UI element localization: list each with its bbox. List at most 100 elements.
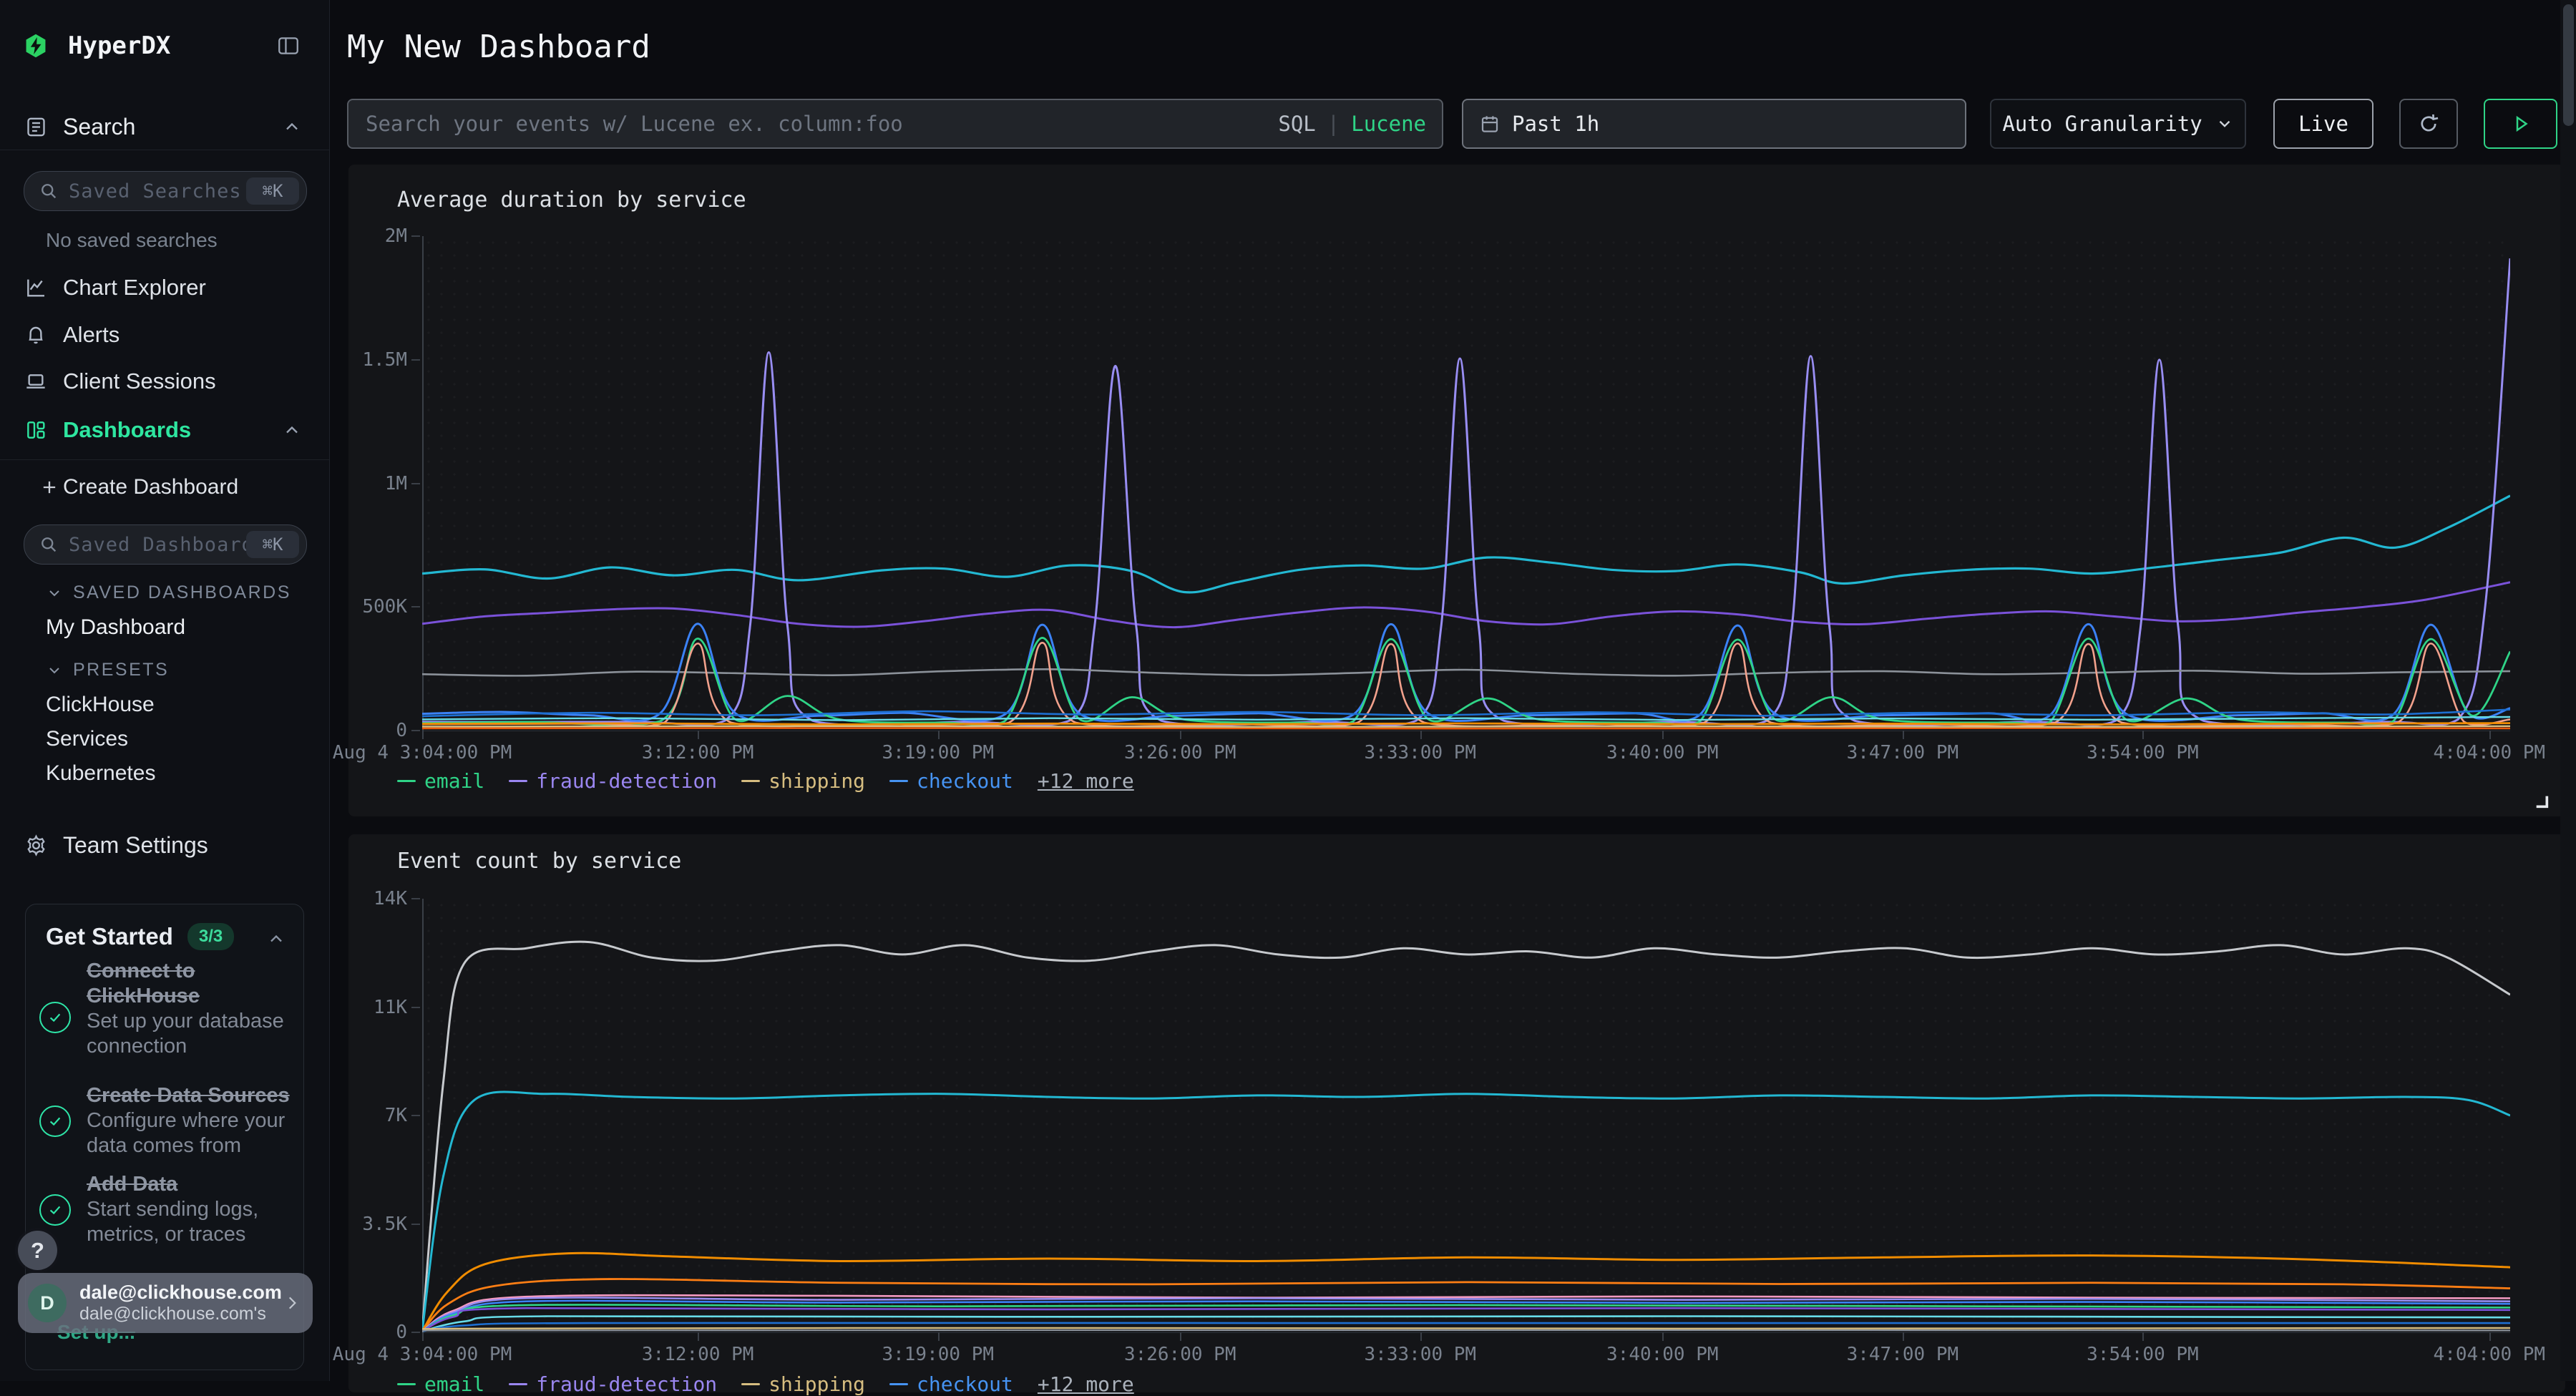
divider bbox=[0, 459, 329, 460]
line-chart[interactable] bbox=[422, 899, 2510, 1332]
sidebar-item-label: Client Sessions bbox=[63, 368, 216, 394]
chart-series-shipping bbox=[422, 726, 2510, 727]
legend-item-shipping[interactable]: shipping bbox=[741, 1372, 865, 1396]
legend-item-email[interactable]: email bbox=[397, 769, 484, 793]
collapse-sidebar-icon[interactable] bbox=[276, 34, 301, 58]
chart-series-fraud-detection bbox=[422, 258, 2510, 725]
chevron-up-icon[interactable] bbox=[266, 929, 286, 949]
chevron-up-icon[interactable] bbox=[282, 420, 302, 440]
dashboards-section-label: Dashboards bbox=[63, 417, 191, 443]
chart-series-other-gray bbox=[422, 669, 2510, 675]
scrollbar-thumb[interactable] bbox=[2563, 4, 2574, 126]
help-button[interactable]: ? bbox=[18, 1231, 57, 1270]
chart-title: Event count by service bbox=[397, 849, 681, 874]
chevron-down-icon bbox=[2215, 114, 2234, 133]
user-email: dale@clickhouse.com bbox=[79, 1282, 282, 1303]
legend-item-shipping[interactable]: shipping bbox=[741, 769, 865, 793]
create-dashboard-label: Create Dashboard bbox=[63, 475, 238, 499]
chart-series-other-orange bbox=[422, 723, 2510, 725]
sidebar-section-dashboards[interactable]: Dashboards bbox=[0, 413, 329, 447]
run-query-button[interactable] bbox=[2484, 99, 2557, 149]
check-circle-icon bbox=[39, 1105, 71, 1137]
sidebar-item-kubernetes[interactable]: Kubernetes bbox=[46, 761, 155, 786]
saved-searches-placeholder: Saved Searches bbox=[69, 180, 242, 202]
get-started-item-desc: Set up your database connection bbox=[87, 1009, 301, 1059]
chevron-up-icon[interactable] bbox=[282, 117, 302, 137]
live-button[interactable]: Live bbox=[2273, 99, 2373, 149]
search-icon bbox=[39, 535, 59, 555]
legend-item-checkout[interactable]: checkout bbox=[889, 769, 1013, 793]
sql-toggle[interactable]: SQL bbox=[1278, 112, 1315, 136]
create-dashboard-button[interactable]: Create Dashboard bbox=[0, 470, 329, 504]
refresh-icon bbox=[2416, 112, 2441, 136]
chart-series-other-gray bbox=[422, 942, 2510, 1331]
check-circle-icon bbox=[39, 1194, 71, 1226]
sidebar: HyperDX Search Saved Searches ⌘K No save… bbox=[0, 0, 330, 1381]
section-header-label: PRESETS bbox=[73, 660, 169, 680]
sidebar-section-search[interactable]: Search bbox=[0, 109, 329, 144]
sidebar-item-team-settings[interactable]: Team Settings bbox=[0, 828, 329, 862]
event-search-input[interactable]: Search your events w/ Lucene ex. column:… bbox=[347, 99, 1443, 149]
sidebar-item-label: Chart Explorer bbox=[63, 275, 206, 301]
saved-dashboards-placeholder: Saved Dashboards bbox=[69, 534, 266, 556]
refresh-button[interactable] bbox=[2399, 99, 2458, 149]
y-tick: 11K bbox=[374, 996, 420, 1019]
page-title: My New Dashboard bbox=[347, 29, 650, 65]
sidebar-item-services[interactable]: Services bbox=[46, 727, 128, 751]
legend-more-link[interactable]: +12 more bbox=[1038, 769, 1134, 793]
y-axis: 03.5K7K11K14K bbox=[348, 899, 420, 1332]
chart-line-icon bbox=[24, 275, 48, 300]
chart-panel-average-duration[interactable]: Average duration by service 0500K1M1.5M2… bbox=[348, 165, 2565, 816]
y-tick: 2M bbox=[385, 225, 420, 248]
granularity-value: Auto Granularity bbox=[2002, 112, 2202, 136]
resize-handle-icon[interactable] bbox=[2534, 794, 2550, 809]
chart-series-other-orange2 bbox=[422, 728, 2510, 729]
gear-icon bbox=[24, 833, 48, 857]
get-started-item[interactable]: Add Data Start sending logs, metrics, or… bbox=[87, 1172, 301, 1247]
legend-item-email[interactable]: email bbox=[397, 1372, 484, 1396]
chart-series-other-violet bbox=[422, 582, 2510, 628]
legend-more-link[interactable]: +12 more bbox=[1038, 1372, 1134, 1396]
saved-dashboards-input[interactable]: Saved Dashboards ⌘K bbox=[24, 524, 307, 565]
legend-item-fraud-detection[interactable]: fraud-detection bbox=[509, 1372, 717, 1396]
chart-title: Average duration by service bbox=[397, 187, 746, 213]
hyperdx-logo-icon bbox=[24, 34, 48, 58]
play-icon bbox=[2510, 113, 2532, 135]
get-started-item-desc: Start sending logs, metrics, or traces bbox=[87, 1197, 301, 1247]
presets-header[interactable]: PRESETS bbox=[46, 660, 169, 680]
user-subtitle: dale@clickhouse.com's bbox=[79, 1303, 282, 1324]
chevron-down-icon bbox=[46, 585, 63, 602]
sidebar-item-chart-explorer[interactable]: Chart Explorer bbox=[0, 270, 329, 305]
saved-dashboards-header[interactable]: SAVED DASHBOARDS bbox=[46, 582, 291, 603]
shortcut-badge: ⌘K bbox=[246, 531, 299, 558]
line-chart[interactable] bbox=[422, 236, 2510, 731]
chevron-down-icon bbox=[46, 662, 63, 679]
time-range-input[interactable]: Past 1h bbox=[1462, 99, 1966, 149]
user-account-button[interactable]: D dale@clickhouse.com dale@clickhouse.co… bbox=[18, 1273, 313, 1333]
granularity-select[interactable]: Auto Granularity bbox=[1990, 99, 2246, 149]
y-tick: 0 bbox=[396, 1321, 420, 1344]
y-tick: 0 bbox=[396, 719, 420, 742]
search-section-icon bbox=[24, 114, 48, 139]
x-axis: Aug 4 3:04:00 PM3:12:00 PM3:19:00 PM3:26… bbox=[422, 731, 2510, 766]
saved-searches-input[interactable]: Saved Searches ⌘K bbox=[24, 171, 307, 211]
brand-name: HyperDX bbox=[68, 31, 170, 60]
avatar: D bbox=[28, 1284, 67, 1322]
search-icon bbox=[39, 181, 59, 201]
language-separator: | bbox=[1327, 112, 1340, 136]
get-started-item[interactable]: Create Data Sources Configure where your… bbox=[87, 1083, 301, 1158]
sidebar-item-client-sessions[interactable]: Client Sessions bbox=[0, 364, 329, 399]
sidebar-item-clickhouse[interactable]: ClickHouse bbox=[46, 693, 155, 717]
page-scrollbar[interactable] bbox=[2560, 0, 2576, 1381]
sidebar-item-my-dashboard[interactable]: My Dashboard bbox=[46, 615, 185, 640]
lucene-toggle[interactable]: Lucene bbox=[1351, 112, 1426, 136]
get-started-title: Get Started bbox=[46, 923, 173, 950]
get-started-item[interactable]: Connect to ClickHouse Set up your databa… bbox=[87, 959, 301, 1059]
chart-panel-event-count[interactable]: Event count by service 03.5K7K11K14K Aug… bbox=[348, 834, 2565, 1392]
legend-item-fraud-detection[interactable]: fraud-detection bbox=[509, 769, 717, 793]
sidebar-item-alerts[interactable]: Alerts bbox=[0, 318, 329, 352]
legend-item-checkout[interactable]: checkout bbox=[889, 1372, 1013, 1396]
laptop-icon bbox=[24, 369, 48, 394]
get-started-item-title: Connect to ClickHouse bbox=[87, 959, 301, 1009]
sidebar-item-label: Alerts bbox=[63, 322, 119, 348]
